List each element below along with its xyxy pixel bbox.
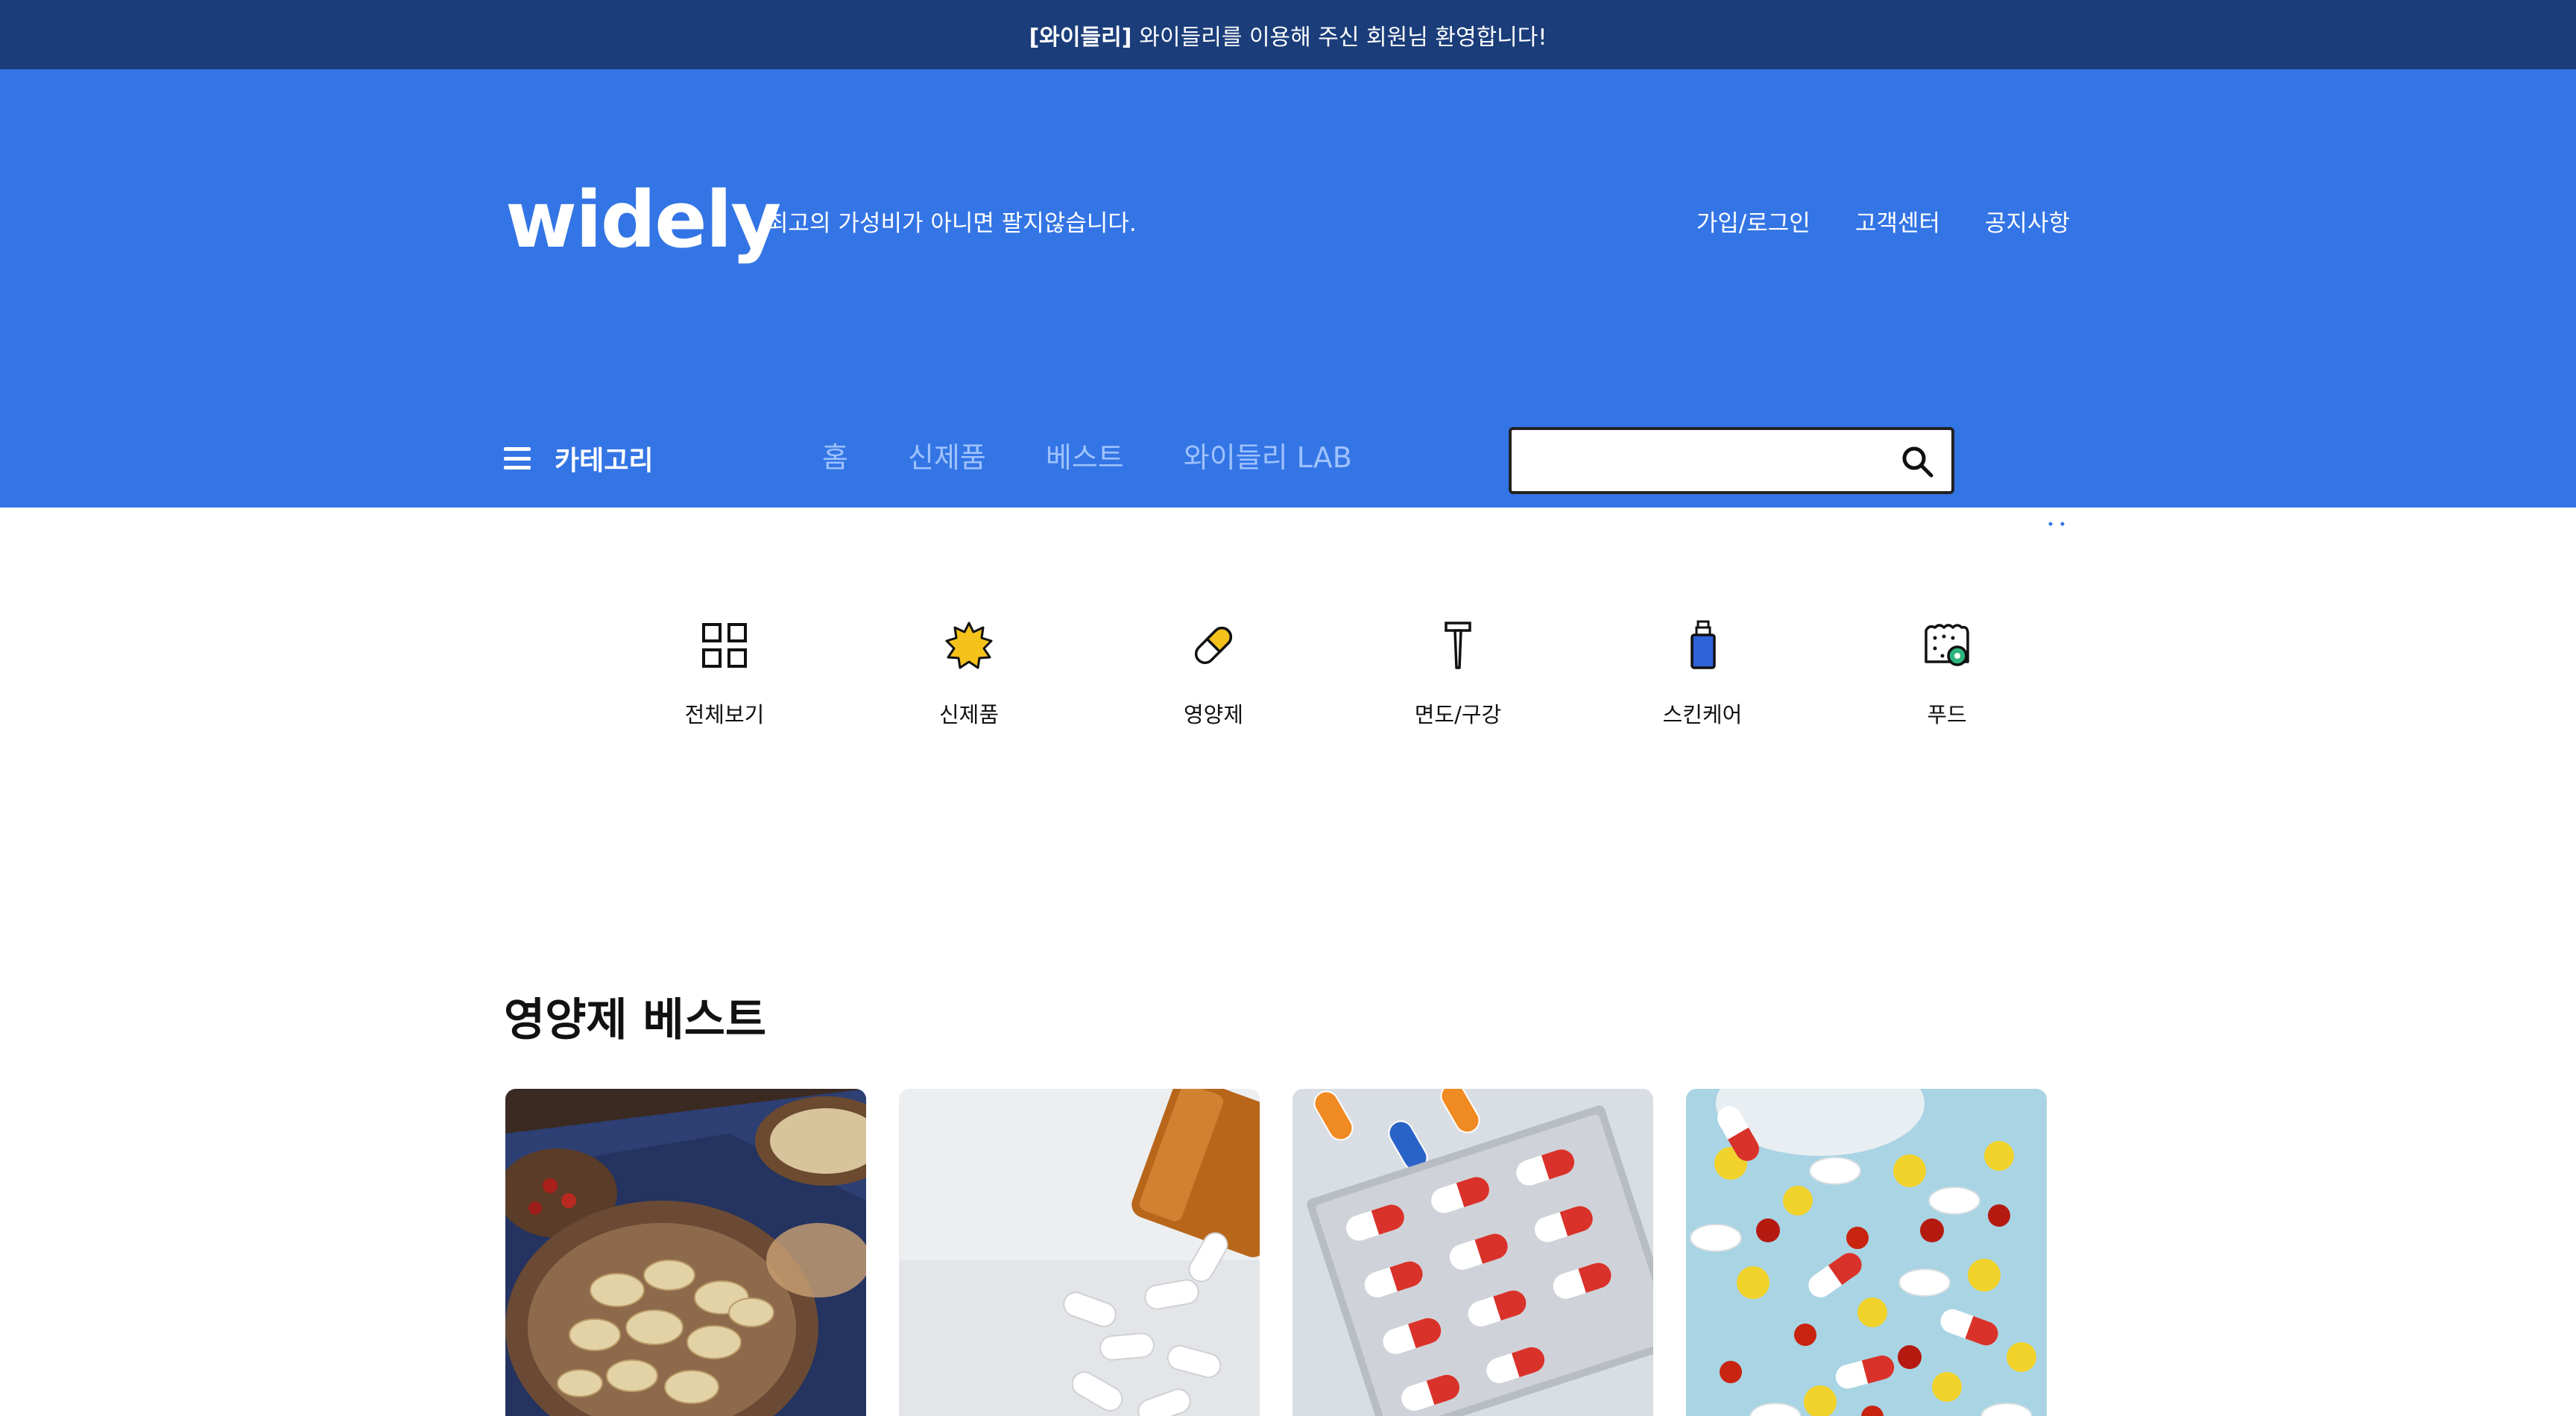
category-new-label: 신제품 [938, 702, 1000, 727]
cookie-icon [1925, 624, 1969, 666]
wishlist-heart-icon[interactable] [1983, 512, 2017, 543]
pill-icon [1194, 626, 1233, 665]
category-supplements[interactable]: 영양제 [1091, 619, 1336, 729]
new-badge-icon [945, 622, 993, 669]
category-shortcuts: 전체보기 신제품 영양제 면도/구강 스킨케어 푸드 [602, 619, 2069, 729]
search-input[interactable] [1527, 443, 1877, 479]
category-skincare[interactable]: 스킨케어 [1580, 619, 1825, 729]
site-tagline: 최고의 가성비가 아니면 팔지않습니다. [767, 210, 1137, 237]
category-food-label: 푸드 [1927, 702, 1967, 727]
welcome-banner: [와이들리] 와이들리를 이용해 주신 회원님 환영합니다! [0, 0, 2576, 69]
nav-best[interactable]: 베스트 [1046, 434, 1124, 475]
site-logo[interactable]: widely [505, 175, 781, 265]
category-food[interactable]: 푸드 [1825, 619, 2069, 729]
category-menu-button[interactable]: 카테고리 [504, 439, 653, 478]
product-list [505, 1089, 2047, 1416]
hamburger-icon [504, 447, 531, 470]
herbal-root-slices-photo [505, 1089, 866, 1416]
notice-link[interactable]: 공지사항 [1985, 204, 2070, 238]
login-link[interactable]: 가입/로그인 [1696, 204, 1811, 238]
product-card[interactable] [899, 1089, 1260, 1416]
nav-new[interactable]: 신제품 [908, 434, 986, 475]
customer-center-link[interactable]: 고객센터 [1855, 204, 1940, 238]
spilled-capsules-bottle-photo [899, 1089, 1260, 1416]
main-nav: 홈 신제품 베스트 와이들리 LAB [822, 434, 1352, 475]
nav-lab[interactable]: 와이들리 LAB [1184, 434, 1352, 475]
site-header: widely 최고의 가성비가 아니면 팔지않습니다. 가입/로그인 고객센터 … [0, 69, 2576, 543]
category-shaving-oral[interactable]: 면도/구강 [1336, 619, 1580, 729]
grid-icon [702, 623, 747, 668]
razor-icon [1445, 622, 1471, 669]
category-menu-label: 카테고리 [555, 446, 654, 476]
red-capsule-blister-pack-photo [1292, 1089, 1653, 1416]
search-box [1509, 427, 1954, 494]
category-all[interactable]: 전체보기 [602, 619, 847, 729]
category-shaving-oral-label: 면도/구강 [1414, 702, 1502, 727]
category-skincare-label: 스킨케어 [1662, 702, 1743, 727]
nav-home[interactable]: 홈 [822, 434, 848, 475]
product-card[interactable] [505, 1089, 866, 1416]
search-icon[interactable] [1899, 443, 1935, 479]
banner-brand: [와이들리] [1029, 24, 1132, 51]
category-new[interactable]: 신제품 [847, 619, 1091, 729]
product-card[interactable] [1686, 1089, 2047, 1416]
colorful-pills-pile-photo [1686, 1089, 2047, 1416]
banner-message: 와이들리를 이용해 주신 회원님 환영합니다! [1139, 24, 1547, 51]
category-supplements-label: 영양제 [1183, 702, 1244, 727]
category-all-label: 전체보기 [684, 702, 765, 727]
product-card[interactable] [1292, 1089, 1653, 1416]
utility-nav: 가입/로그인 고객센터 공지사항 [1696, 204, 2070, 238]
shopping-bag-icon[interactable] [2041, 508, 2072, 543]
lotion-bottle-icon [1690, 620, 1716, 669]
section-title: 영양제 베스트 [504, 994, 767, 1046]
